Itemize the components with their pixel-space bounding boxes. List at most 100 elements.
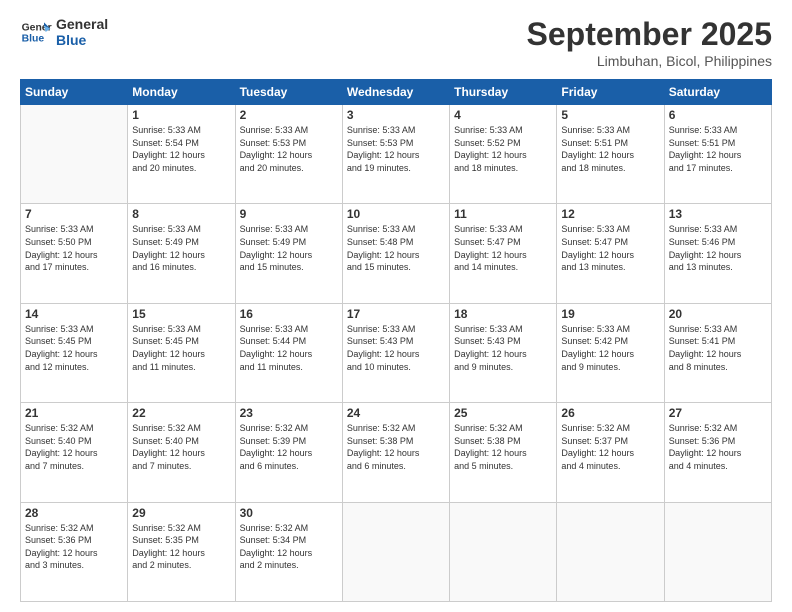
day-info: Sunrise: 5:33 AM Sunset: 5:51 PM Dayligh… <box>669 124 767 174</box>
day-info: Sunrise: 5:33 AM Sunset: 5:50 PM Dayligh… <box>25 223 123 273</box>
day-cell: 3 Sunrise: 5:33 AM Sunset: 5:53 PM Daylig… <box>342 105 449 204</box>
title-block: September 2025 Limbuhan, Bicol, Philippi… <box>527 16 772 69</box>
day-cell: 21 Sunrise: 5:32 AM Sunset: 5:40 PM Dayli… <box>21 403 128 502</box>
day-cell: 12 Sunrise: 5:33 AM Sunset: 5:47 PM Dayli… <box>557 204 664 303</box>
weekday-header-wednesday: Wednesday <box>342 80 449 105</box>
weekday-header-monday: Monday <box>128 80 235 105</box>
day-cell: 26Sunrise: 5:32 AM Sunset: 5:37 PM Dayli… <box>557 403 664 502</box>
day-info: Sunrise: 5:33 AM Sunset: 5:42 PM Dayligh… <box>561 323 659 373</box>
day-info: Sunrise: 5:33 AM Sunset: 5:53 PM Dayligh… <box>240 124 338 174</box>
weekday-header-friday: Friday <box>557 80 664 105</box>
day-info: Sunrise: 5:33 AM Sunset: 5:45 PM Dayligh… <box>132 323 230 373</box>
logo-blue: Blue <box>56 32 108 48</box>
weekday-header-thursday: Thursday <box>450 80 557 105</box>
day-cell: 1Sunrise: 5:33 AM Sunset: 5:54 PM Daylig… <box>128 105 235 204</box>
day-info: Sunrise: 5:32 AM Sunset: 5:34 PM Dayligh… <box>240 522 338 572</box>
day-info: Sunrise: 5:32 AM Sunset: 5:35 PM Dayligh… <box>132 522 230 572</box>
weekday-header-saturday: Saturday <box>664 80 771 105</box>
day-info: Sunrise: 5:33 AM Sunset: 5:43 PM Dayligh… <box>454 323 552 373</box>
weekday-header-sunday: Sunday <box>21 80 128 105</box>
day-number: 4 <box>454 108 552 122</box>
day-cell: 16Sunrise: 5:33 AM Sunset: 5:44 PM Dayli… <box>235 303 342 402</box>
day-cell: 6 Sunrise: 5:33 AM Sunset: 5:51 PM Daylig… <box>664 105 771 204</box>
day-info: Sunrise: 5:32 AM Sunset: 5:38 PM Dayligh… <box>347 422 445 472</box>
day-cell: 15Sunrise: 5:33 AM Sunset: 5:45 PM Dayli… <box>128 303 235 402</box>
day-number: 23 <box>240 406 338 420</box>
day-cell: 10Sunrise: 5:33 AM Sunset: 5:48 PM Dayli… <box>342 204 449 303</box>
day-number: 16 <box>240 307 338 321</box>
day-cell: 9 Sunrise: 5:33 AM Sunset: 5:49 PM Daylig… <box>235 204 342 303</box>
day-number: 2 <box>240 108 338 122</box>
day-cell: 7Sunrise: 5:33 AM Sunset: 5:50 PM Daylig… <box>21 204 128 303</box>
day-cell: 11 Sunrise: 5:33 AM Sunset: 5:47 PM Dayli… <box>450 204 557 303</box>
day-number: 6 <box>669 108 767 122</box>
day-cell: 20 Sunrise: 5:33 AM Sunset: 5:41 PM Dayli… <box>664 303 771 402</box>
day-cell <box>557 502 664 601</box>
day-number: 26 <box>561 406 659 420</box>
day-cell: 30 Sunrise: 5:32 AM Sunset: 5:34 PM Dayli… <box>235 502 342 601</box>
page: General Blue General Blue September 2025… <box>0 0 792 612</box>
location: Limbuhan, Bicol, Philippines <box>527 53 772 69</box>
day-number: 24 <box>347 406 445 420</box>
day-number: 14 <box>25 307 123 321</box>
day-info: Sunrise: 5:33 AM Sunset: 5:41 PM Dayligh… <box>669 323 767 373</box>
day-info: Sunrise: 5:32 AM Sunset: 5:39 PM Dayligh… <box>240 422 338 472</box>
week-row-2: 14 Sunrise: 5:33 AM Sunset: 5:45 PM Dayli… <box>21 303 772 402</box>
day-info: Sunrise: 5:33 AM Sunset: 5:43 PM Dayligh… <box>347 323 445 373</box>
day-number: 8 <box>132 207 230 221</box>
day-cell <box>342 502 449 601</box>
day-cell: 17 Sunrise: 5:33 AM Sunset: 5:43 PM Dayli… <box>342 303 449 402</box>
day-cell: 4 Sunrise: 5:33 AM Sunset: 5:52 PM Daylig… <box>450 105 557 204</box>
week-row-0: 1Sunrise: 5:33 AM Sunset: 5:54 PM Daylig… <box>21 105 772 204</box>
day-number: 3 <box>347 108 445 122</box>
day-number: 20 <box>669 307 767 321</box>
day-cell: 14Sunrise: 5:33 AM Sunset: 5:45 PM Dayli… <box>21 303 128 402</box>
day-number: 17 <box>347 307 445 321</box>
day-info: Sunrise: 5:33 AM Sunset: 5:51 PM Dayligh… <box>561 124 659 174</box>
day-cell: 22Sunrise: 5:32 AM Sunset: 5:40 PM Dayli… <box>128 403 235 502</box>
day-info: Sunrise: 5:33 AM Sunset: 5:47 PM Dayligh… <box>454 223 552 273</box>
weekday-header-tuesday: Tuesday <box>235 80 342 105</box>
day-number: 30 <box>240 506 338 520</box>
calendar: SundayMondayTuesdayWednesdayThursdayFrid… <box>20 79 772 602</box>
day-cell: 28 Sunrise: 5:32 AM Sunset: 5:36 PM Dayli… <box>21 502 128 601</box>
month-title: September 2025 <box>527 16 772 53</box>
header: General Blue General Blue September 2025… <box>20 16 772 69</box>
day-cell: 8Sunrise: 5:33 AM Sunset: 5:49 PM Daylig… <box>128 204 235 303</box>
day-number: 28 <box>25 506 123 520</box>
day-number: 12 <box>561 207 659 221</box>
day-info: Sunrise: 5:33 AM Sunset: 5:49 PM Dayligh… <box>240 223 338 273</box>
day-number: 11 <box>454 207 552 221</box>
day-cell: 27Sunrise: 5:32 AM Sunset: 5:36 PM Dayli… <box>664 403 771 502</box>
day-cell <box>21 105 128 204</box>
week-row-1: 7Sunrise: 5:33 AM Sunset: 5:50 PM Daylig… <box>21 204 772 303</box>
day-info: Sunrise: 5:32 AM Sunset: 5:36 PM Dayligh… <box>669 422 767 472</box>
day-cell: 18 Sunrise: 5:33 AM Sunset: 5:43 PM Dayli… <box>450 303 557 402</box>
week-row-3: 21 Sunrise: 5:32 AM Sunset: 5:40 PM Dayli… <box>21 403 772 502</box>
day-cell <box>664 502 771 601</box>
day-number: 25 <box>454 406 552 420</box>
day-cell: 5 Sunrise: 5:33 AM Sunset: 5:51 PM Daylig… <box>557 105 664 204</box>
day-info: Sunrise: 5:33 AM Sunset: 5:52 PM Dayligh… <box>454 124 552 174</box>
day-number: 5 <box>561 108 659 122</box>
day-cell: 2 Sunrise: 5:33 AM Sunset: 5:53 PM Daylig… <box>235 105 342 204</box>
svg-text:Blue: Blue <box>22 34 45 45</box>
day-number: 9 <box>240 207 338 221</box>
day-number: 18 <box>454 307 552 321</box>
day-info: Sunrise: 5:33 AM Sunset: 5:48 PM Dayligh… <box>347 223 445 273</box>
day-cell: 24 Sunrise: 5:32 AM Sunset: 5:38 PM Dayli… <box>342 403 449 502</box>
logo-general: General <box>56 16 108 32</box>
logo: General Blue General Blue <box>20 16 108 48</box>
day-info: Sunrise: 5:32 AM Sunset: 5:40 PM Dayligh… <box>132 422 230 472</box>
day-info: Sunrise: 5:32 AM Sunset: 5:40 PM Dayligh… <box>25 422 123 472</box>
day-cell: 25 Sunrise: 5:32 AM Sunset: 5:38 PM Dayli… <box>450 403 557 502</box>
day-number: 19 <box>561 307 659 321</box>
day-number: 13 <box>669 207 767 221</box>
day-info: Sunrise: 5:33 AM Sunset: 5:47 PM Dayligh… <box>561 223 659 273</box>
day-info: Sunrise: 5:33 AM Sunset: 5:46 PM Dayligh… <box>669 223 767 273</box>
day-info: Sunrise: 5:33 AM Sunset: 5:53 PM Dayligh… <box>347 124 445 174</box>
day-info: Sunrise: 5:32 AM Sunset: 5:36 PM Dayligh… <box>25 522 123 572</box>
day-info: Sunrise: 5:32 AM Sunset: 5:38 PM Dayligh… <box>454 422 552 472</box>
day-info: Sunrise: 5:33 AM Sunset: 5:54 PM Dayligh… <box>132 124 230 174</box>
day-number: 21 <box>25 406 123 420</box>
